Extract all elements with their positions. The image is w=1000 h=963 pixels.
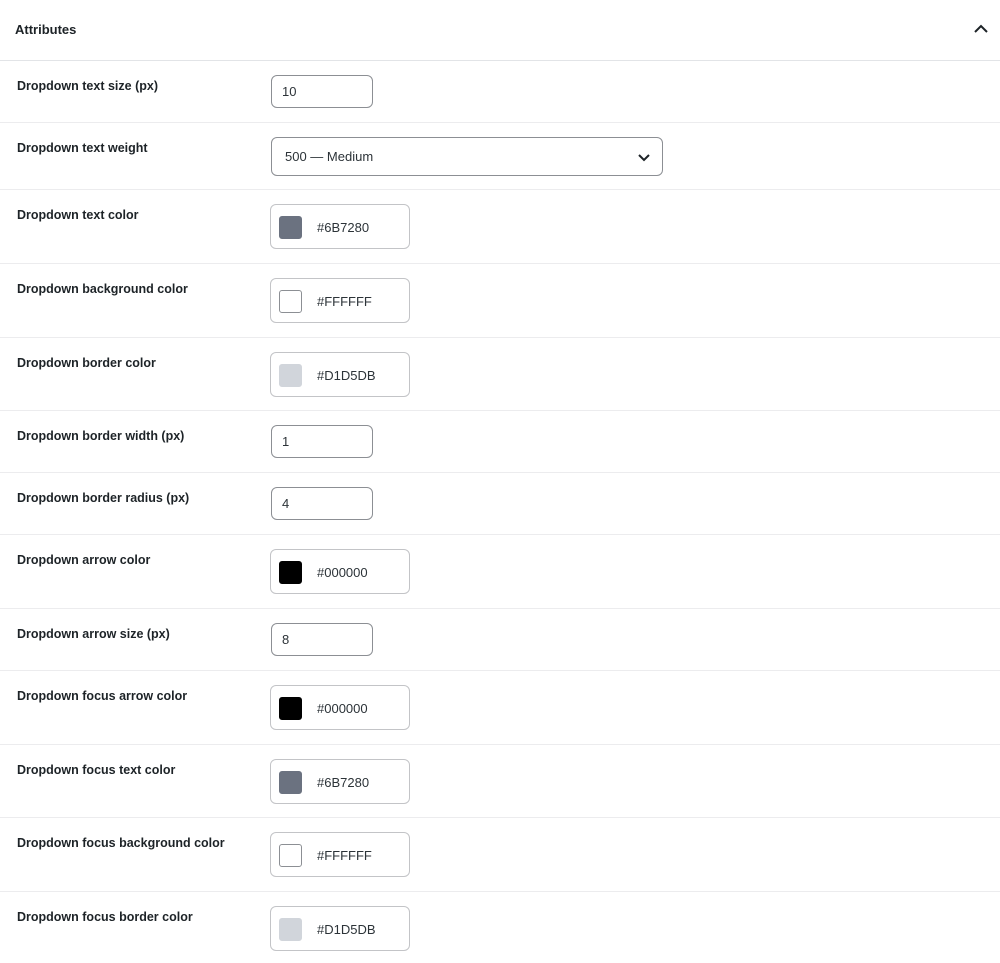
focus-arrow-color-picker[interactable]: #000000 [270, 685, 410, 730]
focus-text-color-picker[interactable]: #6B7280 [270, 759, 410, 804]
color-hex-value: #000000 [317, 701, 368, 716]
text-weight-value: 500 — Medium [285, 149, 374, 164]
border-color-picker[interactable]: #D1D5DB [270, 352, 410, 397]
focus-border-color-picker[interactable]: #D1D5DB [270, 906, 410, 951]
border-radius-input[interactable] [271, 487, 373, 520]
row-focus-text-color: Dropdown focus text color #6B7280 [0, 745, 1000, 818]
text-size-input[interactable] [271, 75, 373, 108]
text-color-label: Dropdown text color [17, 208, 139, 222]
color-swatch [279, 918, 302, 941]
background-color-label: Dropdown background color [17, 282, 188, 296]
row-focus-arrow-color: Dropdown focus arrow color #000000 [0, 671, 1000, 745]
attributes-panel: Attributes Dropdown text size (px) Dropd… [0, 0, 1000, 963]
arrow-size-label: Dropdown arrow size (px) [17, 627, 170, 641]
row-text-weight: Dropdown text weight 500 — Medium [0, 123, 1000, 190]
color-swatch [279, 697, 302, 720]
color-swatch [279, 290, 302, 313]
row-border-radius: Dropdown border radius (px) [0, 473, 1000, 535]
color-swatch [279, 844, 302, 867]
arrow-size-input[interactable] [271, 623, 373, 656]
color-hex-value: #FFFFFF [317, 848, 372, 863]
border-width-input[interactable] [271, 425, 373, 458]
row-arrow-color: Dropdown arrow color #000000 [0, 535, 1000, 609]
color-hex-value: #FFFFFF [317, 294, 372, 309]
color-hex-value: #D1D5DB [317, 922, 376, 937]
color-hex-value: #000000 [317, 565, 368, 580]
focus-background-color-label: Dropdown focus background color [17, 836, 225, 850]
border-radius-label: Dropdown border radius (px) [17, 491, 190, 505]
text-size-label: Dropdown text size (px) [17, 79, 158, 93]
arrow-color-picker[interactable]: #000000 [270, 549, 410, 594]
panel-title: Attributes [15, 22, 77, 37]
text-weight-label: Dropdown text weight [17, 141, 148, 155]
row-focus-background-color: Dropdown focus background color #FFFFFF [0, 818, 1000, 892]
row-border-width: Dropdown border width (px) [0, 411, 1000, 473]
row-focus-border-color: Dropdown focus border color #D1D5DB [0, 892, 1000, 963]
color-swatch [279, 364, 302, 387]
border-color-label: Dropdown border color [17, 356, 156, 370]
focus-background-color-picker[interactable]: #FFFFFF [270, 832, 410, 877]
row-text-size: Dropdown text size (px) [0, 61, 1000, 123]
focus-border-color-label: Dropdown focus border color [17, 910, 193, 924]
row-background-color: Dropdown background color #FFFFFF [0, 264, 1000, 338]
color-hex-value: #D1D5DB [317, 368, 376, 383]
focus-arrow-color-label: Dropdown focus arrow color [17, 689, 188, 703]
background-color-picker[interactable]: #FFFFFF [270, 278, 410, 323]
color-hex-value: #6B7280 [317, 775, 370, 790]
row-arrow-size: Dropdown arrow size (px) [0, 609, 1000, 671]
text-weight-select[interactable]: 500 — Medium [271, 137, 663, 176]
chevron-up-icon[interactable] [970, 18, 992, 40]
row-border-color: Dropdown border color #D1D5DB [0, 338, 1000, 411]
border-width-label: Dropdown border width (px) [17, 429, 185, 443]
text-color-picker[interactable]: #6B7280 [270, 204, 410, 249]
color-swatch [279, 216, 302, 239]
chevron-down-icon [636, 149, 652, 165]
color-swatch [279, 561, 302, 584]
color-hex-value: #6B7280 [317, 220, 370, 235]
row-text-color: Dropdown text color #6B7280 [0, 190, 1000, 264]
panel-header: Attributes [0, 0, 1000, 61]
color-swatch [279, 771, 302, 794]
arrow-color-label: Dropdown arrow color [17, 553, 151, 567]
focus-text-color-label: Dropdown focus text color [17, 763, 176, 777]
